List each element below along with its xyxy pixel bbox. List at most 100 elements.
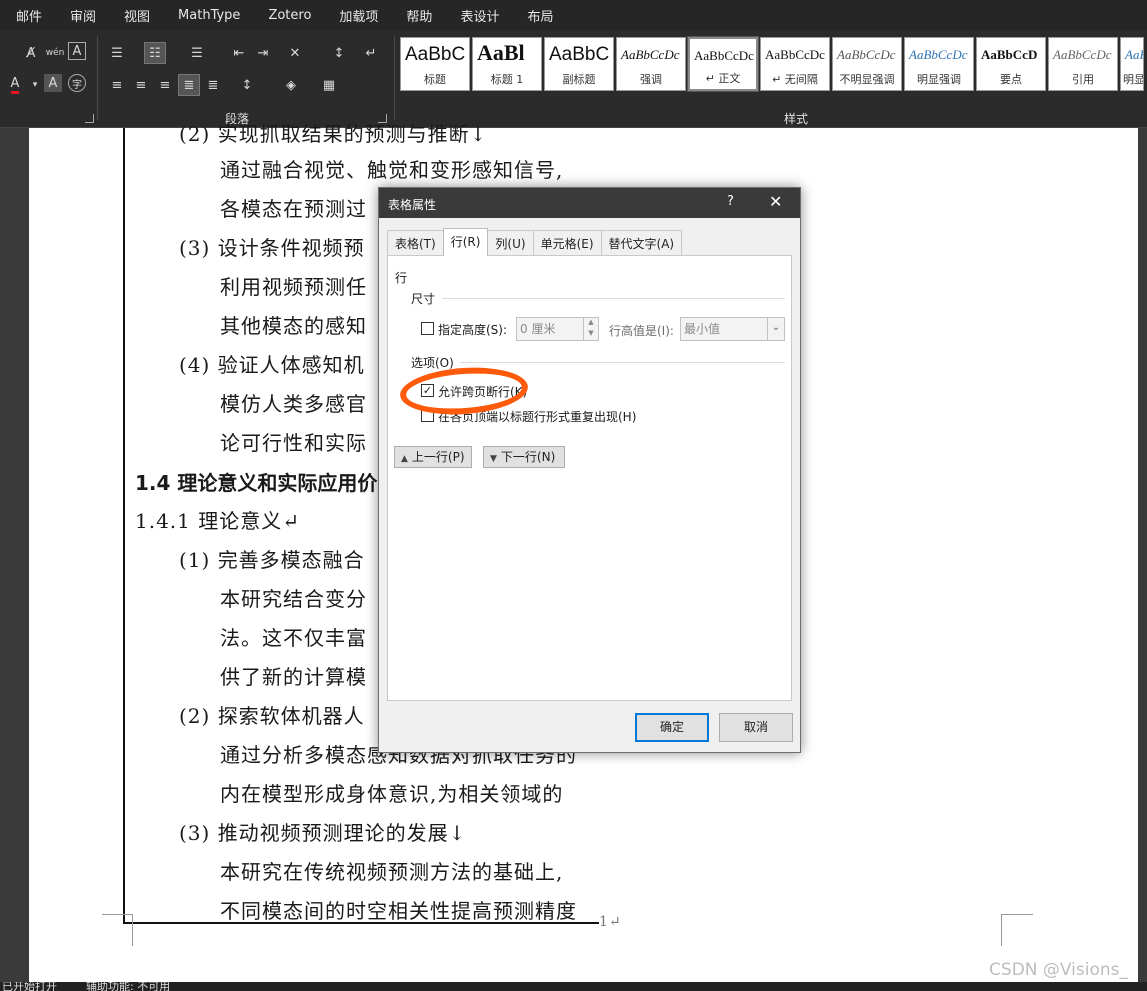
tab-mailings[interactable]: 邮件 [0, 6, 56, 25]
cancel-button[interactable]: 取消 [719, 713, 793, 742]
doc-paragraph[interactable]: 供了新的计算模 [220, 661, 367, 690]
tab-table-design[interactable]: 表设计 [446, 6, 513, 25]
tab-layout[interactable]: 布局 [513, 6, 567, 25]
row-height-mode-select[interactable]: 最小值 ⌄ [680, 317, 785, 341]
next-row-button[interactable]: ▼ 下一行(N) [483, 446, 565, 468]
align-left-icon[interactable]: ≡ [106, 74, 128, 96]
style-no-spacing[interactable]: AaBbCcDc ↵ 无间隔 [760, 37, 830, 91]
repeat-header-label[interactable]: 在各页顶端以标题行形式重复出现(H) [438, 408, 636, 425]
shading-icon[interactable]: ◈ [280, 74, 302, 96]
increase-indent-icon[interactable]: ⇥ [252, 42, 274, 64]
repeat-header-checkbox[interactable] [421, 409, 434, 422]
bullets-icon[interactable]: ☰ [106, 42, 128, 64]
tab-help[interactable]: 帮助 [392, 6, 446, 25]
close-icon[interactable]: ✕ [769, 192, 782, 211]
phonetic-guide-icon[interactable]: wén [44, 42, 66, 64]
group-separator [394, 36, 395, 120]
enclose-char-icon[interactable]: 字 [68, 74, 86, 92]
tab-zotero[interactable]: Zotero [254, 8, 325, 23]
tab-alt-text[interactable]: 替代文字(A) [600, 230, 683, 256]
tab-mathtype[interactable]: MathType [164, 8, 254, 23]
doc-paragraph[interactable]: 其他模态的感知 [220, 310, 367, 339]
tab-column[interactable]: 列(U) [487, 230, 534, 256]
doc-paragraph[interactable]: 内在模型形成身体意识,为相关领域的 [220, 778, 563, 807]
help-icon[interactable]: ? [727, 194, 734, 209]
margin-marker [102, 914, 132, 915]
doc-list-item[interactable]: (3) 设计条件视频预 [179, 232, 365, 261]
spin-buttons[interactable]: ▲ ▼ [583, 317, 598, 341]
doc-paragraph[interactable]: 模仿人类多感官 [220, 388, 367, 417]
status-bar: 已开始打开 辅助功能: 不可用 [0, 982, 1147, 991]
justify-icon[interactable]: ≣ [178, 74, 200, 96]
doc-heading[interactable]: 1.4 理论意义和实际应用价 [135, 467, 377, 496]
dialog-titlebar[interactable]: 表格属性 ? ✕ [379, 188, 800, 218]
doc-list-item[interactable]: (4) 验证人体感知机 [179, 349, 365, 378]
style-subtle-emphasis[interactable]: AaBbCcDc 不明显强调 [832, 37, 902, 91]
doc-list-item[interactable]: (2) 探索软体机器人 [179, 700, 365, 729]
specify-height-label[interactable]: 指定高度(S): [438, 321, 507, 338]
ok-button[interactable]: 确定 [635, 713, 709, 742]
style-heading-1[interactable]: AaBl 标题 1 [472, 37, 542, 91]
doc-heading[interactable]: 1.4.1 理论意义↵ [135, 505, 300, 534]
style-intense-emphasis[interactable]: AaBbCcDc 明显强调 [904, 37, 974, 91]
status-text: 已开始打开 [2, 982, 57, 991]
numbering-icon[interactable]: ☷ [144, 42, 166, 64]
doc-paragraph[interactable]: 论可行性和实际 [220, 427, 367, 456]
decrease-indent-icon[interactable]: ⇤ [228, 42, 250, 64]
size-label: 尺寸 [411, 292, 436, 306]
doc-paragraph[interactable]: 不同模态间的时空相关性提高预测精度 [220, 895, 577, 924]
ribbon-tab-bar: 邮件 审阅 视图 MathType Zotero 加载项 帮助 表设计 布局 [0, 0, 1147, 30]
accessibility-status[interactable]: 辅助功能: 不可用 [86, 982, 170, 991]
font-color-icon[interactable]: A [4, 74, 26, 96]
sort-icon[interactable]: ↕ [328, 42, 350, 64]
margin-marker [1001, 914, 1033, 946]
clear-format-icon[interactable]: A̸ [20, 42, 42, 64]
style-normal[interactable]: AaBbCcDc ↵ 正文 [687, 36, 759, 92]
chinese-layout-icon[interactable]: ✕ [284, 42, 306, 64]
doc-paragraph[interactable]: 本研究结合变分 [220, 583, 367, 612]
tab-addins[interactable]: 加载项 [325, 6, 392, 25]
allow-row-break-label[interactable]: 允许跨页断行(K) [438, 383, 527, 400]
doc-list-item[interactable]: (1) 完善多模态融合 [179, 544, 365, 573]
row-height-mode-value: 最小值 [684, 322, 721, 336]
table-properties-dialog: 表格属性 ? ✕ 表格(T) 行(R) 列(U) 单元格(E) 替代文字(A) … [378, 187, 801, 753]
line-spacing-icon[interactable]: ↕ [236, 74, 258, 96]
specify-height-checkbox[interactable] [421, 322, 434, 335]
styles-group-label: 样式 [784, 112, 809, 126]
page-marker: 1↵ [599, 914, 622, 930]
dialog-launcher-icon[interactable] [85, 114, 94, 123]
tab-view[interactable]: 视图 [110, 6, 164, 25]
tab-table[interactable]: 表格(T) [387, 230, 444, 256]
style-intense-quote[interactable]: AaB明显 [1120, 37, 1144, 91]
doc-paragraph[interactable]: 法。这不仅丰富 [220, 622, 367, 651]
allow-row-break-checkbox[interactable]: ✓ [421, 384, 434, 397]
watermark: CSDN @Visions_ [989, 960, 1128, 980]
table-border [123, 128, 125, 924]
previous-row-button[interactable]: ▲ 上一行(P) [394, 446, 472, 468]
char-shading-icon[interactable]: A [44, 74, 62, 92]
doc-list-item[interactable]: (2) 实现抓取结果的预测与推断↓ [179, 118, 487, 147]
doc-list-item[interactable]: (3) 推动视频预测理论的发展↓ [179, 817, 466, 846]
tab-review[interactable]: 审阅 [56, 6, 110, 25]
style-strong[interactable]: AaBbCcD 要点 [976, 37, 1046, 91]
tab-cell[interactable]: 单元格(E) [532, 230, 602, 256]
distributed-icon[interactable]: ≣ [202, 74, 224, 96]
align-right-icon[interactable]: ≡ [154, 74, 176, 96]
tab-row[interactable]: 行(R) [442, 228, 489, 256]
doc-paragraph[interactable]: 本研究在传统视频预测方法的基础上, [220, 856, 563, 885]
style-title[interactable]: AaBbC 标题 [400, 37, 470, 91]
style-quote[interactable]: AaBbCcDc 引用 [1048, 37, 1118, 91]
doc-paragraph[interactable]: 各模态在预测过 [220, 193, 367, 222]
borders-icon[interactable]: ▦ [318, 74, 340, 96]
doc-paragraph[interactable]: 通过融合视觉、触觉和变形感知信号, [220, 154, 563, 183]
height-stepper[interactable]: 0 厘米 ▲ ▼ [516, 317, 599, 341]
chevron-down-icon[interactable]: ▾ [24, 74, 46, 96]
chevron-down-icon[interactable]: ⌄ [767, 317, 784, 341]
align-center-icon[interactable]: ≡ [130, 74, 152, 96]
show-marks-icon[interactable]: ↵ [360, 42, 382, 64]
multilevel-list-icon[interactable]: ☰ [186, 42, 208, 64]
char-border-icon[interactable]: A [68, 42, 86, 60]
style-subtitle[interactable]: AaBbC 副标题 [544, 37, 614, 91]
doc-paragraph[interactable]: 利用视频预测任 [220, 271, 367, 300]
style-emphasis[interactable]: AaBbCcDc 强调 [616, 37, 686, 91]
